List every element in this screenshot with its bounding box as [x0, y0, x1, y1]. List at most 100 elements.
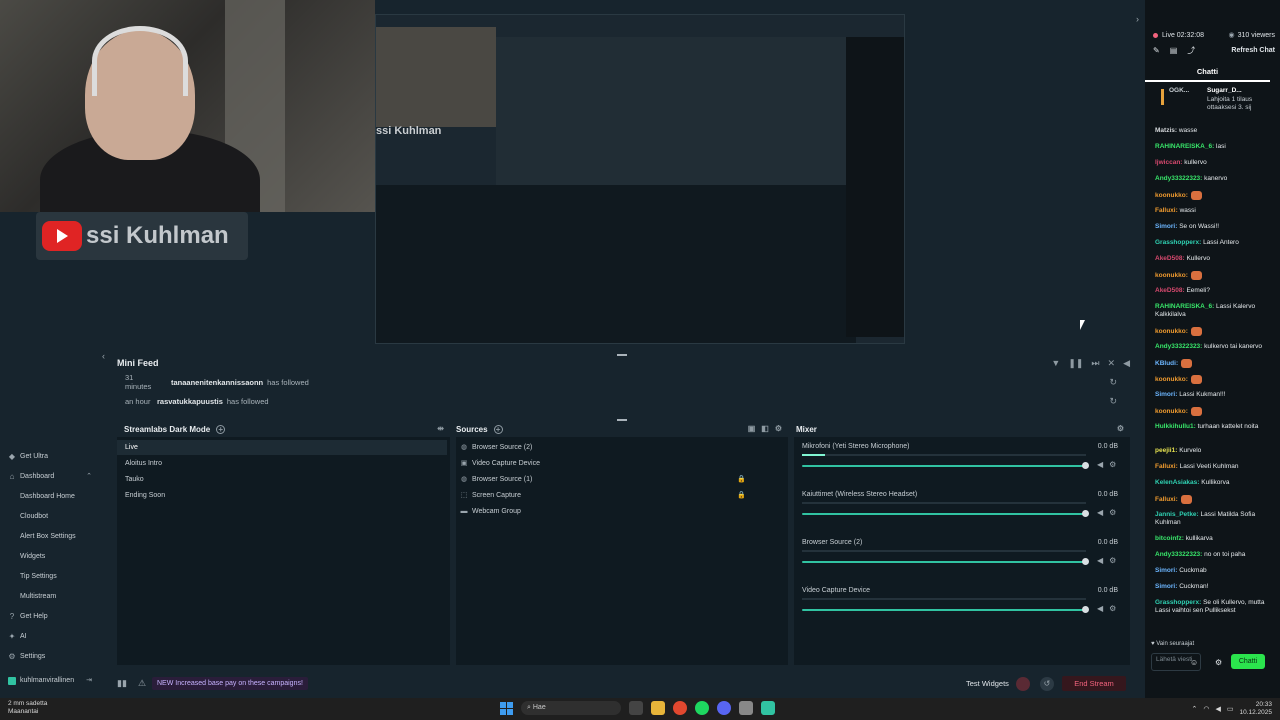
speaker-icon[interactable]: ◀ [1215, 705, 1220, 713]
performance-icon[interactable]: ▮▮ [117, 678, 127, 689]
clock[interactable]: 20:33 10.12.2025 [1239, 701, 1272, 717]
volume-slider-knob[interactable] [1082, 510, 1089, 517]
volume-slider[interactable] [802, 513, 1086, 515]
volume-meter [802, 502, 1086, 504]
add-source-icon[interactable]: + [493, 424, 503, 434]
volume-slider-knob[interactable] [1082, 462, 1089, 469]
volume-slider[interactable] [802, 609, 1086, 611]
camera-icon: ▣ [460, 459, 468, 467]
mute-icon[interactable]: ◀ [1097, 508, 1103, 517]
scene-item[interactable]: Live [117, 440, 447, 455]
mute-icon[interactable]: ◀ [1097, 604, 1103, 613]
inner-obs-window [376, 185, 856, 343]
share-icon[interactable]: ⤴ [1187, 45, 1195, 56]
spotify-icon[interactable] [695, 701, 709, 715]
source-item[interactable]: ⬚ Screen Capture 🔒 [456, 488, 786, 503]
skip-icon[interactable]: ⏭ [1091, 358, 1099, 369]
chat-settings-icon[interactable]: ⚙ [1215, 658, 1222, 667]
live-indicator [1153, 32, 1158, 38]
chat-send-button[interactable]: Chatti [1231, 654, 1265, 669]
streamlabs-app: — ☐ ✕ ssi Kuhlman ssi Kuhlman ‹ Mini Fee… [0, 0, 1280, 698]
sidebar-item-get-help[interactable]: ? Get Help [0, 608, 100, 626]
source-item[interactable]: ▬ Webcam Group [456, 504, 786, 519]
collapse-chat-icon[interactable]: › [1136, 14, 1139, 24]
windows-start-icon[interactable] [500, 701, 513, 715]
channel-settings-icon[interactable]: ⚙ [1109, 508, 1116, 517]
chat-message: Matzis: wasse [1155, 127, 1198, 134]
browser-icon[interactable] [673, 701, 687, 715]
inner-screen [496, 37, 846, 197]
volume-slider-knob[interactable] [1082, 606, 1089, 613]
channel-settings-icon[interactable]: ⚙ [1109, 556, 1116, 565]
stream-preview[interactable]: ssi Kuhlman ssi Kuhlman [0, 0, 1145, 348]
taskbar-search[interactable]: ⌕ Hae [521, 701, 621, 715]
tray-chevron-icon[interactable]: ⌃ [1191, 705, 1197, 713]
sidebar-item-cloudbot[interactable]: Cloudbot [0, 508, 100, 526]
folder-add-icon[interactable]: ▣ [748, 424, 756, 433]
sidebar-item-alert-box-settings[interactable]: Alert Box Settings [0, 528, 100, 546]
logout-icon[interactable]: ⇥ [86, 672, 92, 690]
app-icon[interactable] [739, 701, 753, 715]
mute-icon[interactable]: ◀ [1097, 556, 1103, 565]
scene-collection-title[interactable]: Streamlabs Dark Mode [124, 425, 210, 434]
scene-item[interactable]: Tauko [117, 472, 447, 487]
emote-icon [1190, 271, 1202, 280]
channel-settings-icon[interactable]: ⚙ [1109, 604, 1116, 613]
source-item[interactable]: ▣ Video Capture Device [456, 456, 786, 471]
sidebar-item-multistream[interactable]: Multistream [0, 588, 100, 606]
scene-item[interactable]: Aloitus Intro [117, 456, 447, 471]
sidebar-item-dashboard-home[interactable]: Dashboard Home [0, 488, 100, 506]
emote-icon [1181, 359, 1193, 368]
file-explorer-icon[interactable] [651, 701, 665, 715]
edit-icon[interactable]: ✎ [1153, 46, 1160, 55]
collapse-sidebar-icon[interactable]: ‹ [102, 351, 105, 361]
source-item[interactable]: ◍ Browser Source (1) 🔒 [456, 472, 786, 487]
battery-icon[interactable]: ▭ [1227, 705, 1234, 713]
volume-icon[interactable]: ◀ [1123, 358, 1130, 369]
replay-buffer-button[interactable]: ↺ [1040, 677, 1054, 691]
alert-icon[interactable]: ⚠ [138, 678, 146, 689]
replay-icon[interactable]: ↻ [1109, 396, 1117, 407]
sidebar-user[interactable]: kuhlmanvirallinen ⇥ [0, 672, 100, 690]
live-status: Live 02:32:08 ◉ 310 viewers [1153, 31, 1275, 39]
source-settings-icon[interactable]: ⚙ [775, 424, 782, 433]
streamlabs-icon[interactable] [761, 701, 775, 715]
wifi-icon[interactable]: ◠ [1203, 705, 1209, 713]
volume-slider[interactable] [802, 465, 1086, 467]
promo-banner[interactable]: NEW Increased base pay on these campaign… [152, 677, 308, 690]
record-button[interactable] [1016, 677, 1030, 691]
refresh-chat-button[interactable]: Refresh Chat [1231, 47, 1275, 54]
sidebar-item-get-ultra[interactable]: ◆ Get Ultra [0, 448, 100, 466]
volume-slider-knob[interactable] [1082, 558, 1089, 565]
lock-icon[interactable]: 🔒 [737, 488, 746, 503]
replay-icon[interactable]: ↻ [1109, 377, 1117, 388]
volume-slider[interactable] [802, 561, 1086, 563]
sidebar-item-widgets[interactable]: Widgets [0, 548, 100, 566]
add-scene-icon[interactable]: + [216, 424, 226, 434]
emoji-icon[interactable]: ☺ [1190, 658, 1198, 667]
task-view-icon[interactable] [629, 701, 643, 715]
mute-icon[interactable]: ◀ [1097, 460, 1103, 469]
weather-widget[interactable]: 2 mm sadetta Maanantai [8, 700, 47, 716]
end-stream-button[interactable]: End Stream [1062, 676, 1126, 691]
scene-item[interactable]: Ending Soon [117, 488, 447, 503]
sidebar-item-ai[interactable]: ✦ AI [0, 628, 100, 646]
source-item[interactable]: ◍ Browser Source (2) [456, 440, 786, 455]
selective-icon[interactable]: ◧ [761, 424, 769, 433]
pause-icon[interactable]: ❚❚ [1068, 358, 1083, 369]
inner-chat [846, 37, 904, 337]
pinned-gift-banner[interactable]: OGK... Sugarr_D... Lahjoita 1 tilaus ott… [1151, 86, 1271, 114]
sidebar-item-settings[interactable]: ⚙ Settings [0, 648, 100, 666]
sidebar-item-tip-settings[interactable]: Tip Settings [0, 568, 100, 586]
channel-settings-icon[interactable]: ⚙ [1109, 460, 1116, 469]
discord-icon[interactable] [717, 701, 731, 715]
mixer-settings-icon[interactable]: ⚙ [1117, 424, 1124, 433]
lock-icon[interactable]: 🔒 [737, 472, 746, 487]
popout-icon[interactable]: ▤ [1170, 46, 1178, 55]
sidebar-item-dashboard[interactable]: ⌂ Dashboard ⌃ [0, 468, 100, 486]
test-widgets-button[interactable]: Test Widgets [966, 679, 1009, 688]
filter-icon[interactable]: ▼ [1051, 358, 1060, 369]
scene-layout-icon[interactable]: ⇹ [437, 424, 444, 433]
tab-chat[interactable]: Chatti [1145, 62, 1270, 82]
mute-alerts-icon[interactable]: ✕ [1108, 358, 1116, 369]
